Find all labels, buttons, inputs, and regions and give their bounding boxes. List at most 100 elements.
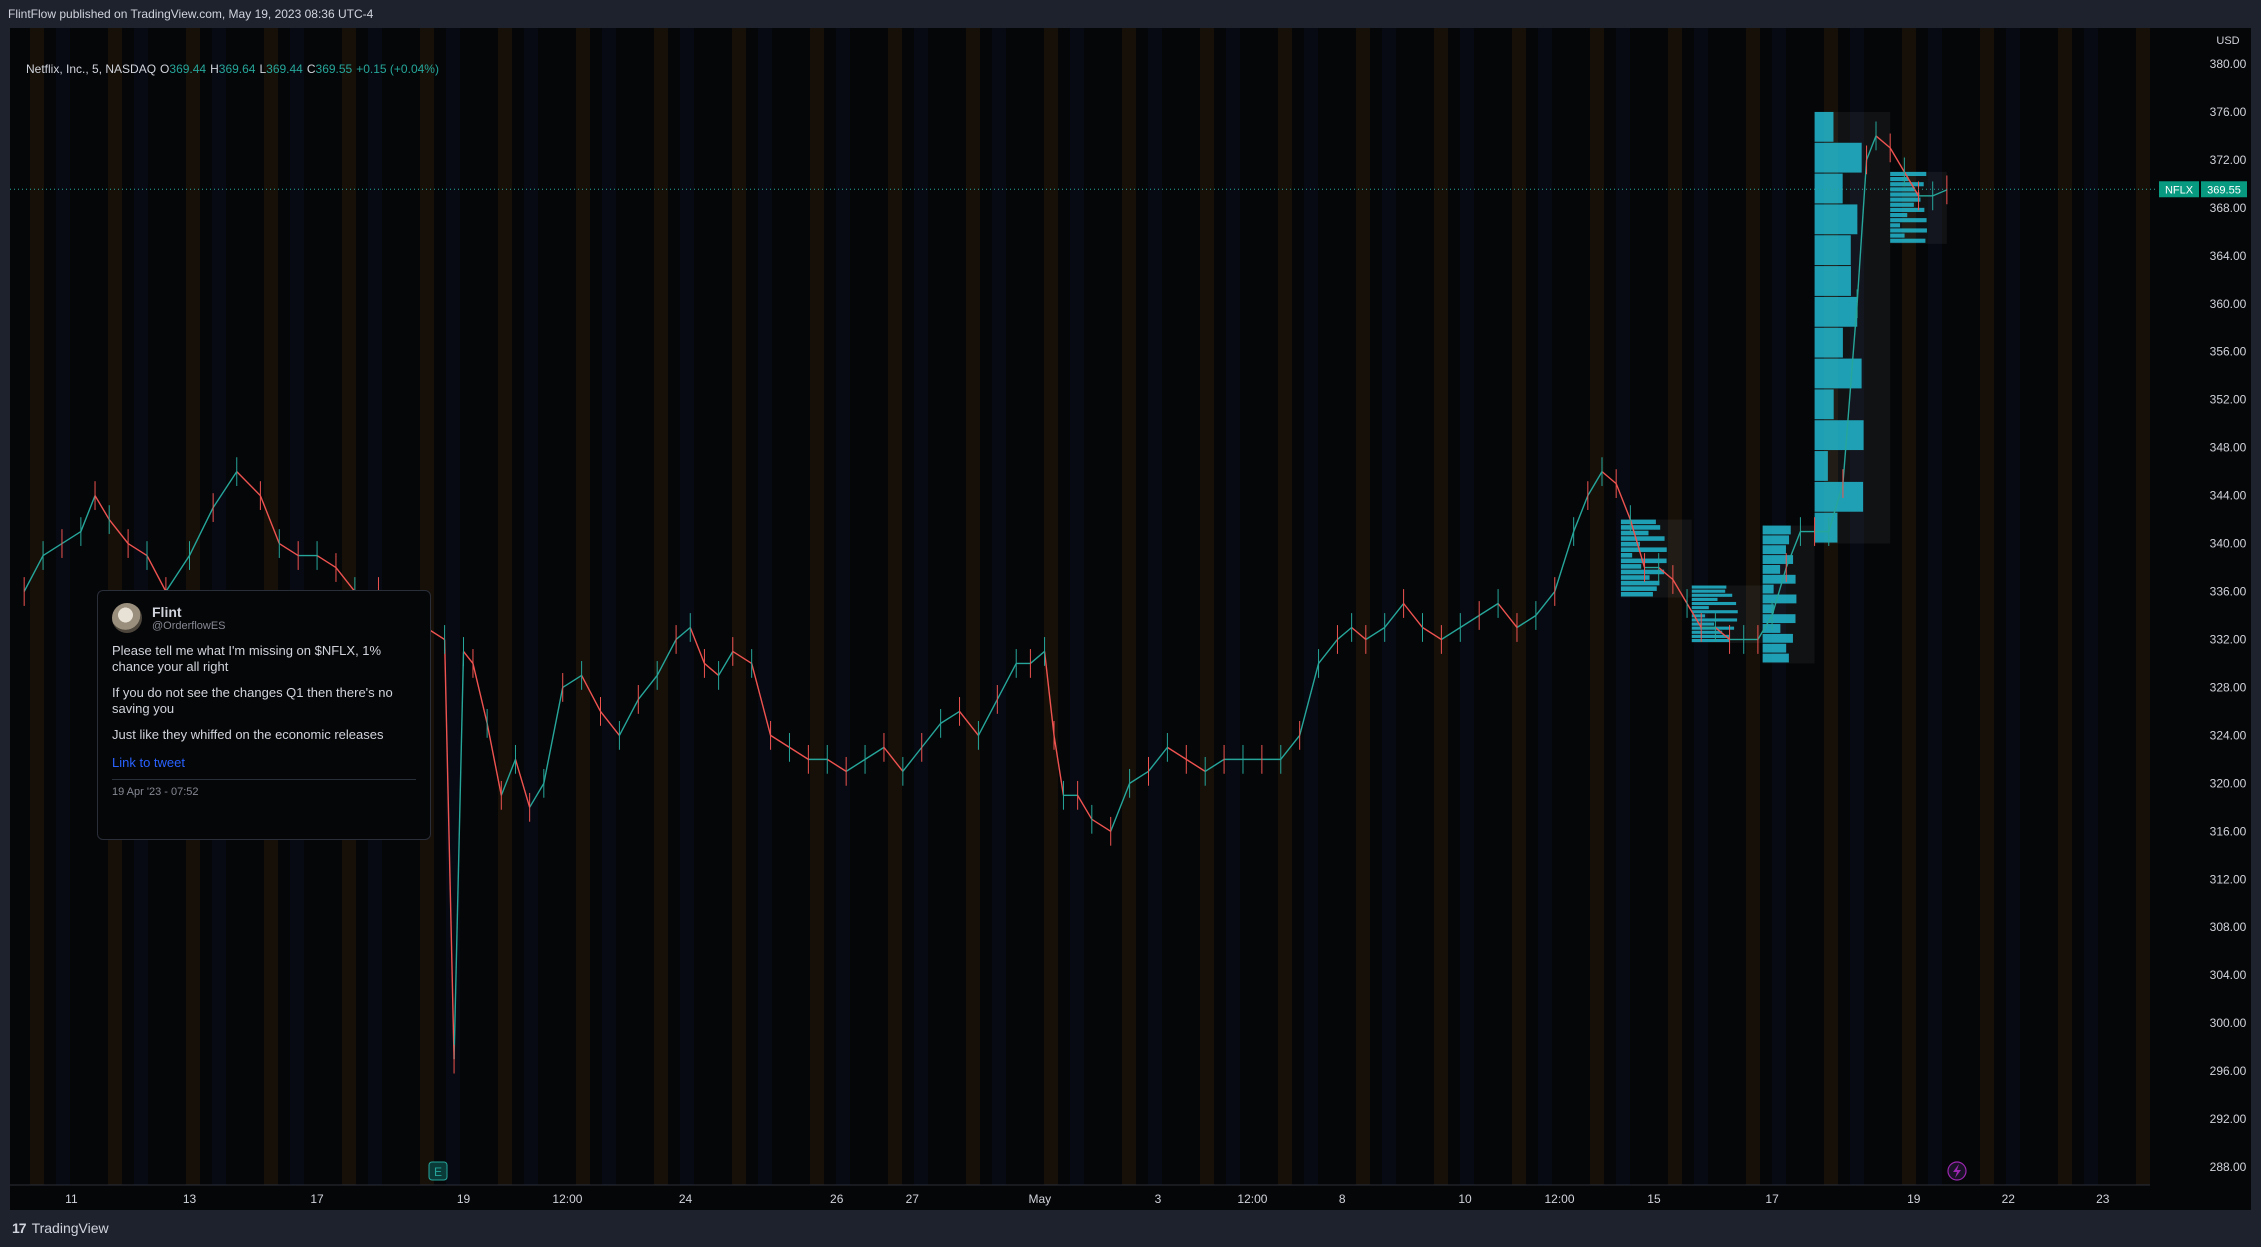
session-band	[2084, 28, 2098, 1185]
session-band	[550, 28, 564, 1185]
profile-bar	[1890, 228, 1927, 233]
price-axis: 288.00 292.00 296.00 300.00 304.00 308.00 312.…	[2210, 57, 2247, 1174]
session-band	[2032, 28, 2046, 1185]
tweet-date: 19 Apr '23 - 07:52	[112, 786, 199, 798]
tweet-author-name: Flint	[152, 604, 182, 620]
profile-bar	[1814, 142, 1862, 173]
x-tick-label: 26	[830, 1192, 844, 1206]
open-label: O	[160, 62, 170, 76]
tweet-divider	[112, 779, 416, 780]
profile-bar	[1762, 633, 1793, 643]
avatar	[112, 603, 142, 633]
y-tick-label: 316.00	[2210, 824, 2247, 838]
y-tick-label: 348.00	[2210, 441, 2247, 455]
session-band	[914, 28, 928, 1185]
profile-bar	[1620, 547, 1667, 552]
earnings-marker[interactable]: E	[428, 1161, 448, 1181]
y-tick-label: 340.00	[2210, 537, 2247, 551]
high-label: H	[210, 62, 219, 76]
x-tick-label: 19	[457, 1192, 471, 1206]
price-segment	[1601, 471, 1617, 485]
x-tick-label: 13	[183, 1192, 197, 1206]
session-band	[992, 28, 1006, 1185]
last-price-badge: NFLX 369.55	[2159, 181, 2247, 198]
session-band	[1044, 28, 1058, 1185]
session-band	[1512, 28, 1526, 1185]
session-band	[1018, 28, 1032, 1185]
profile-bar	[1620, 525, 1661, 530]
y-tick-label: 364.00	[2210, 249, 2247, 263]
x-tick-label: 3	[1155, 1192, 1162, 1206]
session-band	[628, 28, 642, 1185]
profile-bar	[1890, 233, 1905, 238]
y-tick-label: 300.00	[2210, 1016, 2247, 1030]
profile-bar	[1890, 238, 1926, 243]
profile-bar	[1890, 218, 1927, 223]
profile-bar	[1814, 235, 1851, 266]
session-band	[1200, 28, 1214, 1185]
y-tick-label: 368.00	[2210, 201, 2247, 215]
session-band	[1460, 28, 1474, 1185]
x-tick-label: 8	[1339, 1192, 1346, 1206]
currency-label: USD	[2216, 35, 2239, 47]
brand-text: TradingView	[31, 1220, 109, 1236]
x-tick-label: 19	[1907, 1192, 1921, 1206]
profile-bar	[1691, 597, 1718, 601]
session-band	[732, 28, 746, 1185]
tradingview-logo[interactable]: 17 TradingView	[12, 1220, 109, 1236]
session-band	[1148, 28, 1162, 1185]
y-tick-label: 288.00	[2210, 1160, 2247, 1174]
low-value: 369.44	[266, 62, 303, 76]
profile-bar	[1620, 569, 1665, 575]
profile-bar	[1890, 171, 1927, 177]
price-segment	[462, 651, 474, 664]
profile-bar	[1814, 420, 1864, 451]
session-band	[940, 28, 954, 1185]
session-band	[2110, 28, 2124, 1185]
session-band	[498, 28, 512, 1185]
session-band	[862, 28, 876, 1185]
profile-bar	[1890, 192, 1920, 197]
y-tick-label: 380.00	[2210, 57, 2247, 71]
session-band	[1434, 28, 1448, 1185]
profile-bar	[1620, 586, 1657, 591]
x-tick-label: 15	[1647, 1192, 1661, 1206]
ohlc-legend: Netflix, Inc., 5, NASDAQ O369.44 H369.64…	[26, 62, 439, 76]
profile-bar	[1691, 593, 1733, 597]
x-tick-label: 12:00	[1237, 1192, 1267, 1206]
tradingview-mark-icon: 17	[12, 1220, 27, 1236]
tweet-author-handle: @OrderflowES	[152, 620, 226, 632]
session-band	[2006, 28, 2020, 1185]
profile-bar	[1620, 591, 1653, 597]
published-header: FlintFlow published on TradingView.com, …	[0, 0, 2261, 28]
x-tick-label: May	[1029, 1192, 1052, 1206]
session-band	[82, 28, 96, 1185]
profile-bar	[1814, 358, 1862, 389]
x-tick-label: 11	[65, 1192, 78, 1206]
tweet-link[interactable]: Link to tweet	[112, 755, 416, 771]
profile-bar	[1620, 580, 1660, 586]
y-tick-label: 308.00	[2210, 920, 2247, 934]
profile-bar	[1890, 212, 1908, 218]
profile-bar	[1890, 197, 1921, 202]
session-band	[1356, 28, 1370, 1185]
profile-bar	[1762, 564, 1781, 574]
x-tick-label: 12:00	[1544, 1192, 1574, 1206]
session-band	[706, 28, 720, 1185]
session-band	[1980, 28, 1994, 1185]
profile-bar	[1814, 204, 1858, 235]
session-band	[2058, 28, 2072, 1185]
profile-bar	[1762, 643, 1787, 653]
y-tick-label: 344.00	[2210, 489, 2247, 503]
y-tick-label: 292.00	[2210, 1112, 2247, 1126]
profile-bar	[1890, 207, 1925, 212]
session-band	[1278, 28, 1292, 1185]
x-tick-label: 12:00	[552, 1192, 582, 1206]
profile-bar	[1762, 594, 1797, 604]
lightning-icon[interactable]	[1947, 1161, 1967, 1181]
session-band	[1408, 28, 1422, 1185]
session-band	[1590, 28, 1604, 1185]
profile-bar	[1620, 575, 1650, 580]
profile-bar	[1691, 638, 1730, 643]
session-band	[524, 28, 538, 1185]
